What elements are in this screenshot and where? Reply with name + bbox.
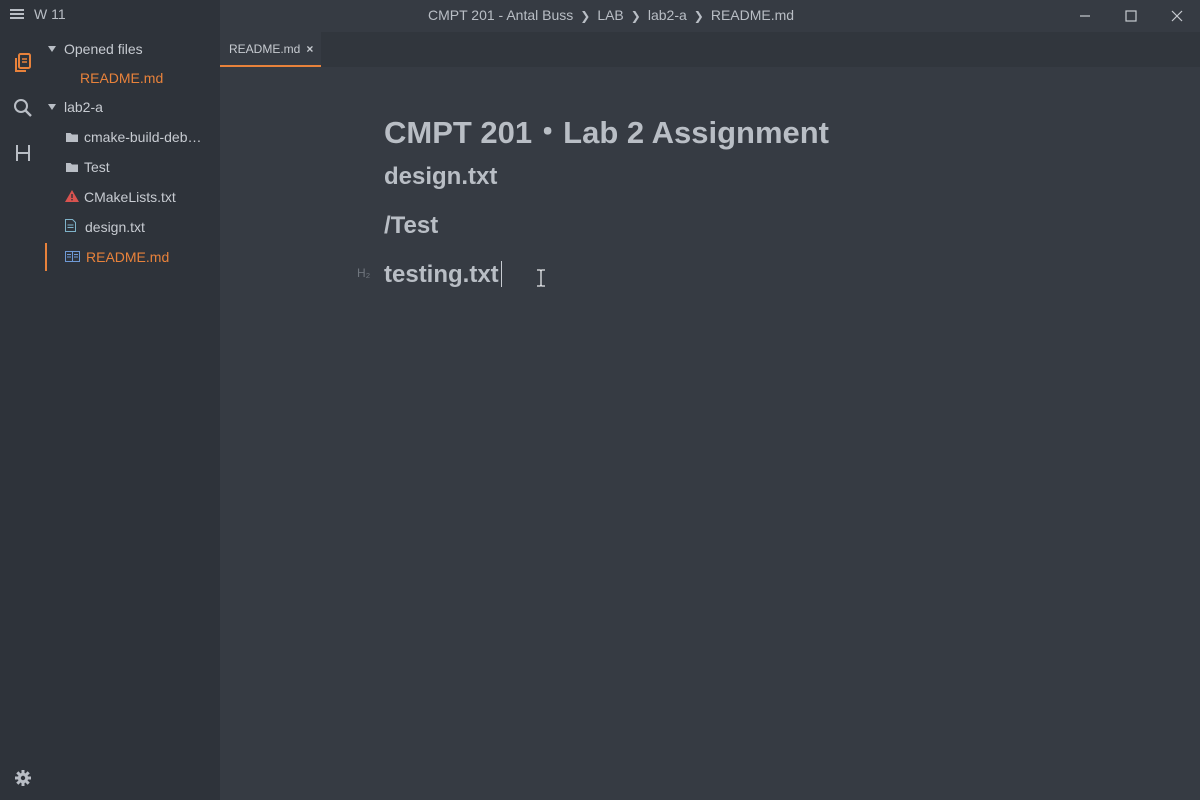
heading-text: testing.txt bbox=[384, 261, 499, 288]
menu-icon[interactable] bbox=[10, 7, 24, 21]
sidebar-item-label: CMakeLists.txt bbox=[84, 189, 176, 205]
close-window-button[interactable] bbox=[1162, 4, 1192, 28]
app-title: W 11 bbox=[34, 6, 66, 22]
sidebar-item-label: design.txt bbox=[85, 219, 145, 235]
breadcrumb: CMPT 201 - Antal Buss ❯ LAB ❯ lab2-a ❯ README.… bbox=[428, 7, 794, 23]
breadcrumb-item[interactable]: lab2-a bbox=[648, 7, 687, 23]
minimize-icon bbox=[1080, 15, 1090, 17]
close-icon bbox=[1171, 10, 1183, 22]
tab-close-icon[interactable]: × bbox=[306, 42, 313, 56]
title-bar: CMPT 201 - Antal Buss ❯ LAB ❯ lab2-a ❯ README.… bbox=[220, 0, 1200, 32]
folder-icon bbox=[66, 129, 78, 145]
active-item-marker bbox=[45, 243, 47, 271]
project-folder[interactable]: lab2-a bbox=[48, 94, 103, 120]
sidebar-item-label: cmake-build-deb… bbox=[84, 129, 202, 145]
markdown-editor[interactable]: CMPT 201・Lab 2 Assignment design.txt /Te… bbox=[220, 67, 1200, 800]
tab-bar: README.md × bbox=[220, 32, 1200, 68]
opened-file-label: README.md bbox=[80, 70, 164, 86]
breadcrumb-item[interactable]: README.md bbox=[711, 7, 794, 23]
caret-down-icon bbox=[48, 46, 56, 52]
heading-2[interactable]: design.txt bbox=[384, 163, 497, 191]
opened-file-item[interactable]: README.md bbox=[80, 65, 163, 91]
sidebar-item-test[interactable]: Test bbox=[66, 154, 110, 180]
chevron-right-icon: ❯ bbox=[580, 9, 591, 23]
heading-2[interactable]: /Test bbox=[384, 212, 438, 240]
folder-icon bbox=[66, 159, 78, 175]
app-window: W 11 Opened files README.md lab2-a cmake… bbox=[0, 0, 1200, 800]
tab-label: README.md bbox=[229, 41, 301, 56]
project-folder-label: lab2-a bbox=[64, 99, 103, 115]
opened-files-section[interactable]: Opened files bbox=[48, 36, 143, 62]
maximize-icon bbox=[1125, 10, 1137, 22]
heading-level-badge: H₂ bbox=[357, 266, 371, 280]
sidebar-item-cmake-build[interactable]: cmake-build-deb… bbox=[66, 124, 202, 150]
chevron-right-icon: ❯ bbox=[630, 9, 641, 23]
tab-readme[interactable]: README.md × bbox=[220, 32, 321, 67]
text-cursor bbox=[500, 261, 502, 287]
breadcrumb-item[interactable]: CMPT 201 - Antal Buss bbox=[428, 7, 573, 23]
heading-outline-icon[interactable] bbox=[10, 140, 36, 166]
sidebar-item-readme[interactable]: README.md bbox=[65, 244, 169, 270]
search-icon[interactable] bbox=[10, 95, 36, 121]
files-icon[interactable] bbox=[10, 50, 36, 76]
heading-2-active[interactable]: testing.txt bbox=[384, 261, 502, 289]
maximize-button[interactable] bbox=[1116, 4, 1146, 28]
minimize-button[interactable] bbox=[1070, 4, 1100, 28]
sidebar-item-label: README.md bbox=[86, 249, 170, 265]
chevron-right-icon: ❯ bbox=[693, 9, 704, 23]
sidebar-item-design[interactable]: design.txt bbox=[65, 214, 145, 240]
warning-icon bbox=[65, 189, 79, 205]
opened-files-label: Opened files bbox=[64, 41, 143, 57]
markdown-icon bbox=[65, 249, 80, 265]
text-file-icon bbox=[65, 219, 76, 235]
settings-gear-icon[interactable] bbox=[10, 765, 36, 791]
caret-down-icon bbox=[48, 104, 56, 110]
heading-1[interactable]: CMPT 201・Lab 2 Assignment bbox=[384, 107, 829, 152]
sidebar-item-label: Test bbox=[84, 159, 110, 175]
ibeam-cursor-icon bbox=[536, 269, 546, 292]
sidebar-item-cmakelists[interactable]: CMakeLists.txt bbox=[65, 184, 176, 210]
breadcrumb-item[interactable]: LAB bbox=[597, 7, 623, 23]
